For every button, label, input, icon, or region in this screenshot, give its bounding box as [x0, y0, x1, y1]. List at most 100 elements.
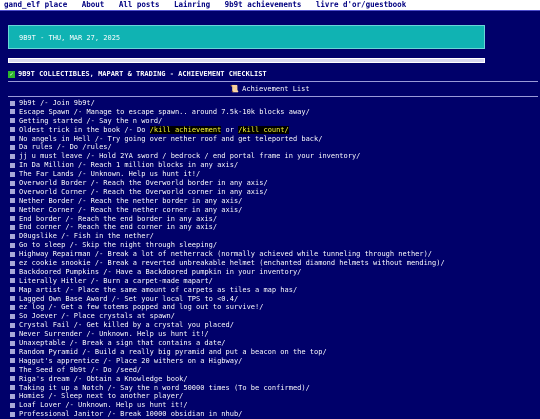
nav-link-lainring[interactable]: Lainring	[174, 0, 210, 9]
checkbox-icon[interactable]	[10, 385, 15, 390]
section-title-text: 9B9T COLLECTIBLES, MAPART & TRADING - AC…	[18, 70, 267, 78]
separator: /-	[73, 205, 91, 214]
list-item: Random Pyramid /- Build a really big pyr…	[10, 348, 538, 357]
achievement-name: Map artist	[19, 285, 62, 294]
checkbox-icon[interactable]	[10, 224, 15, 230]
checkbox-icon[interactable]	[10, 358, 15, 364]
checkbox-icon[interactable]	[10, 411, 15, 417]
nav-link-home[interactable]: gand_elf place	[4, 0, 67, 9]
list-item: Nether Corner /- Reach the nether corner…	[10, 206, 538, 215]
achievement-description: Do /rules/	[69, 143, 112, 152]
list-item: Map artist /- Place the same amount of c…	[10, 286, 538, 295]
checkbox-icon[interactable]	[10, 331, 15, 337]
list-item: End corner /- Reach the end corner in an…	[10, 223, 538, 232]
achievement-description: Manage to escape spawn.. around 7.5k-10k…	[86, 107, 310, 116]
separator: /-	[52, 143, 70, 152]
nav-link-achievements[interactable]: 9b9t achievements	[225, 0, 302, 9]
checkbox-icon[interactable]	[10, 340, 15, 346]
list-item: Getting started /- Say the n word/	[10, 117, 538, 126]
separator: /-	[86, 187, 104, 196]
checkbox-icon[interactable]	[10, 144, 15, 150]
achievement-description: Get killed by a crystal you placed/	[86, 321, 234, 330]
checkbox-icon[interactable]	[10, 251, 15, 257]
checkbox-icon[interactable]	[10, 278, 15, 284]
list-item: Backdoored Pumpkins /- Have a Backdoored…	[10, 268, 538, 277]
list-item: Oldest trick in the book /- Do /kill ach…	[10, 125, 538, 135]
nav-link-guestbook[interactable]: livre d'or/guestbook	[316, 0, 406, 9]
achievement-name: Random Pyramid	[19, 347, 79, 356]
achievement-name: 9b9t	[19, 99, 36, 107]
list-item: The Far Lands /- Unknown. Help us hunt i…	[10, 170, 538, 179]
separator: /-	[73, 170, 91, 179]
achievement-name: Professional Janitor	[19, 410, 104, 419]
achievement-description: Do /seed/	[103, 365, 142, 374]
separator: /-	[82, 330, 100, 339]
achievement-name: End border	[19, 214, 62, 223]
separator: /-	[44, 392, 62, 401]
achievement-description: Join 9b9t/	[52, 99, 95, 107]
checkbox-icon[interactable]	[10, 207, 15, 213]
nav-link-about[interactable]: About	[82, 0, 105, 9]
checkbox-icon[interactable]	[10, 233, 15, 239]
checkbox-icon[interactable]	[10, 296, 15, 302]
command-highlight: /kill count/	[238, 125, 289, 134]
checkbox-icon[interactable]	[10, 153, 15, 159]
checkbox-icon[interactable]	[10, 171, 15, 177]
checkbox-icon[interactable]	[10, 269, 15, 275]
separator: /-	[103, 410, 121, 419]
command-highlight: /kill achievement	[149, 125, 222, 134]
checkbox-icon[interactable]	[10, 136, 15, 142]
separator: /-	[78, 347, 95, 356]
checkbox-icon[interactable]	[10, 189, 15, 195]
achievement-name: The Seed of 9b9t	[19, 365, 87, 374]
achievement-description: Burn a carpet-made mapart/	[103, 276, 213, 285]
checkbox-icon[interactable]	[10, 198, 15, 204]
list-item: ez log /- Get a few totems popped and lo…	[10, 303, 538, 312]
separator: /-	[56, 312, 74, 321]
checkbox-icon[interactable]	[10, 180, 15, 186]
nav-link-all-posts[interactable]: All posts	[119, 0, 160, 9]
checkbox-icon[interactable]	[10, 367, 15, 373]
checkbox-icon[interactable]	[10, 313, 15, 319]
achievement-name: Highway Repairman	[19, 250, 91, 259]
achievement-description: Reach the Overworld corner in any axis/	[103, 187, 268, 196]
checkbox-icon[interactable]	[10, 349, 15, 355]
checkbox-icon[interactable]	[10, 127, 15, 133]
achievement-description: Build a really big pyramid and put a bea…	[94, 347, 327, 356]
achievement-description: Break a sign that contains a date/	[82, 339, 226, 348]
achievement-description: Place 20 withers on a Higbway/	[115, 356, 243, 365]
checkbox-icon[interactable]	[10, 162, 15, 168]
list-item: Go to sleep /- Skip the night through sl…	[10, 241, 538, 250]
list-item: Escape Spawn /- Manage to escape spawn..…	[10, 108, 538, 117]
divider	[8, 81, 538, 82]
checkbox-icon[interactable]	[10, 216, 15, 222]
separator: /-	[90, 250, 108, 259]
list-item: Highway Repairman /- Break a lot of neth…	[10, 250, 538, 259]
separator: /-	[61, 214, 79, 223]
checkbox-icon[interactable]	[10, 304, 15, 310]
checkbox-icon[interactable]	[10, 242, 15, 248]
checkbox-icon[interactable]	[10, 393, 15, 399]
checkbox-icon[interactable]	[10, 322, 15, 328]
achievement-description: Reach the nether border in any axis/	[90, 196, 243, 205]
divider	[8, 96, 538, 97]
checkbox-icon[interactable]	[10, 260, 15, 266]
list-item: Crystal Fail /- Get killed by a crystal …	[10, 321, 538, 330]
achievement-name: Nether Corner	[19, 205, 74, 214]
list-item: Taking it up a Notch /- Say the n word 5…	[10, 384, 538, 393]
checkbox-icon[interactable]	[10, 118, 15, 124]
checkbox-icon[interactable]	[10, 402, 15, 408]
checkbox-icon[interactable]	[10, 109, 15, 115]
achievement-description: Skip the night through sleeping/	[82, 241, 218, 250]
checkbox-icon[interactable]	[10, 376, 15, 382]
checkbox-icon[interactable]	[10, 100, 15, 106]
list-item: Loaf Lover /- Unknown. Help us hunt it!/	[10, 401, 538, 410]
achievement-description: Sleep next to another player/	[61, 392, 184, 401]
achievement-name: Getting started	[19, 116, 83, 125]
separator: /-	[65, 339, 83, 348]
checkbox-icon[interactable]	[10, 287, 15, 293]
achievement-name: Nether Border	[19, 196, 74, 205]
separator: /-	[82, 116, 100, 125]
achievement-name: D0ugslike	[19, 232, 57, 241]
list-item: The Seed of 9b9t /- Do /seed/	[10, 366, 538, 375]
